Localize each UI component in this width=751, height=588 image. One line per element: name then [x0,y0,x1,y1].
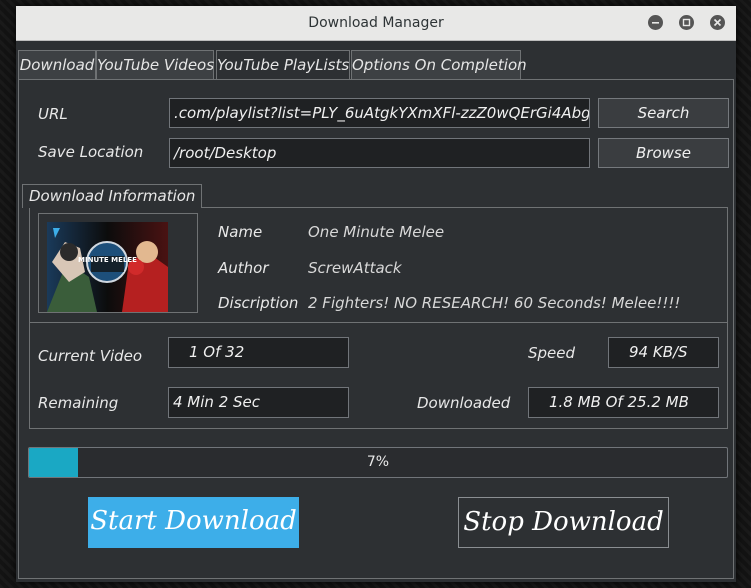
tab-download[interactable]: Download [18,50,96,80]
maximize-button[interactable] [679,15,694,30]
title-bar[interactable]: Download Manager [16,6,736,41]
tab-options-on-completion[interactable]: Options On Completion [351,50,527,80]
save-location-input[interactable]: /root/Desktop [169,138,590,168]
thumbnail-image: MINUTE MELEE [47,222,168,312]
window-title: Download Manager [308,15,444,31]
download-info-title: Download Information [29,187,196,205]
search-button[interactable]: Search [598,98,729,128]
description-label: Discription [218,294,299,312]
browse-button[interactable]: Browse [598,138,729,168]
author-label: Author [218,259,269,277]
tab-youtube-playlists[interactable]: YouTube PlayLists [216,50,350,80]
thumbnail-title: MINUTE MELEE [78,256,137,264]
save-location-label: Save Location [38,143,144,161]
app-window: Download Manager Download YouTube Videos… [16,6,736,582]
progress-text: 7% [366,454,390,470]
video-thumbnail: MINUTE MELEE [47,222,168,312]
maximize-icon [682,18,691,27]
download-progress-bar: 7% [28,447,728,478]
remaining-label: Remaining [38,394,119,412]
current-video-field: 1 Of 32 [168,337,349,368]
name-value: One Minute Melee [308,223,445,241]
name-label: Name [218,223,263,241]
downloaded-label: Downloaded [417,394,511,412]
author-value: ScrewAttack [308,259,402,277]
remaining-field: 4 Min 2 Sec [168,387,349,418]
downloaded-field: 1.8 MB Of 25.2 MB [528,387,719,418]
minimize-icon [652,22,659,24]
close-button[interactable] [710,15,725,30]
start-download-button[interactable]: Start Download [88,497,299,548]
download-info-header: Download Information [22,184,203,208]
description-value: 2 Fighters! NO RESEARCH! 60 Seconds! Mel… [308,294,681,312]
minimize-button[interactable] [648,15,663,30]
close-icon [713,18,722,27]
speed-field: 94 KB/S [608,337,719,368]
url-label: URL [38,105,68,123]
stop-download-button[interactable]: Stop Download [458,497,669,548]
url-input[interactable]: .com/playlist?list=PLY_6uAtgkYXmXFl-zzZ0… [169,98,590,128]
speed-label: Speed [528,344,576,362]
tab-youtube-videos[interactable]: YouTube Videos [96,50,214,80]
current-video-label: Current Video [38,347,143,365]
